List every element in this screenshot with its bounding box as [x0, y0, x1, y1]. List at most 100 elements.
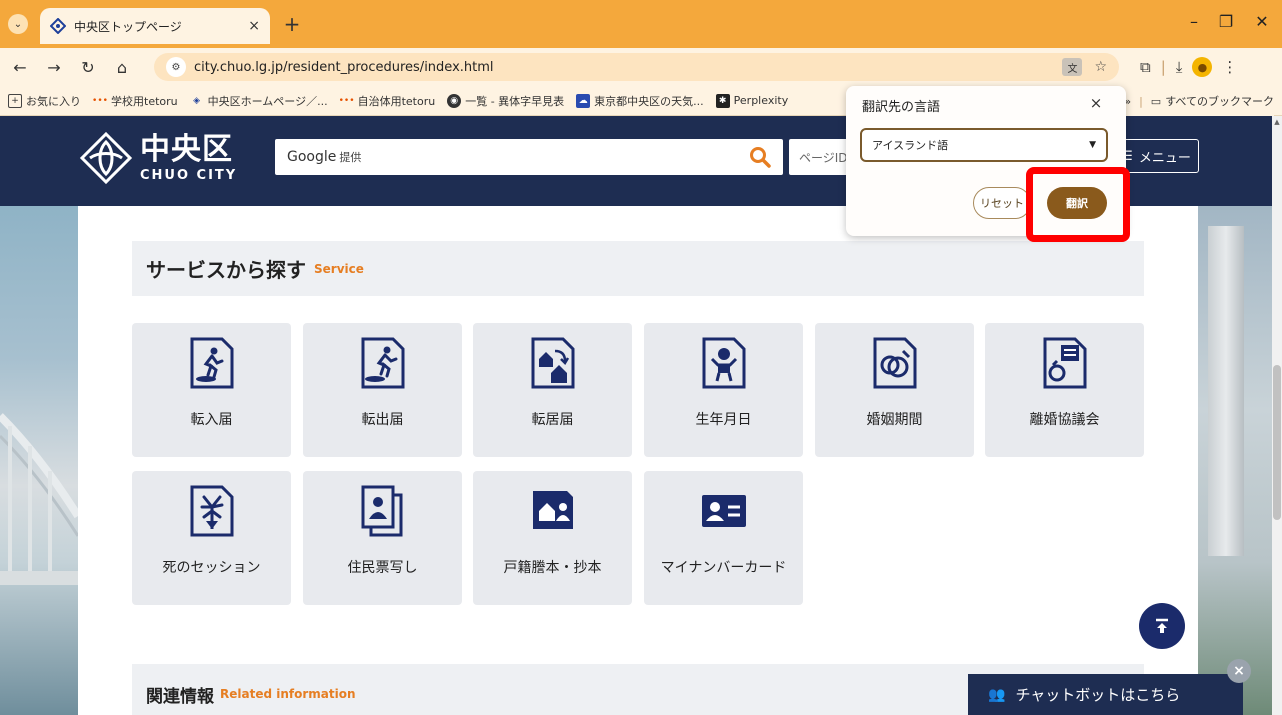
selected-language: アイスランド語	[872, 139, 949, 152]
address-bar[interactable]: ⚙ city.chuo.lg.jp/resident_procedures/in…	[154, 53, 1119, 81]
service-tile-divorce[interactable]: 離婚協議会	[985, 323, 1144, 457]
site-info-icon[interactable]: ⚙	[166, 57, 186, 77]
globe-icon: ◉	[447, 93, 462, 108]
reset-button[interactable]: リセット	[973, 187, 1031, 219]
site-logo[interactable]: 中央区 CHUO CITY	[78, 130, 237, 186]
service-tile-marriage[interactable]: 婚姻期間	[815, 323, 974, 457]
weather-icon: ☁	[576, 93, 591, 108]
bookmark-item[interactable]: ✱ Perplexity	[715, 93, 788, 108]
tab-bar: ⌄ 中央区トップページ × + – ❐ ✕	[0, 0, 1282, 48]
profile-avatar-icon[interactable]: ●	[1192, 57, 1213, 77]
divorce-icon	[1043, 337, 1086, 389]
search-provider: Google	[287, 149, 337, 165]
translate-button-highlight	[1026, 167, 1130, 242]
tab-search-button[interactable]: ⌄	[8, 14, 28, 34]
related-subtitle: Related information	[220, 687, 356, 701]
tetoru-icon: •••	[338, 95, 355, 106]
service-tile-family-register[interactable]: 戸籍謄本・抄本	[473, 471, 632, 605]
search-icon[interactable]	[749, 146, 771, 168]
download-icon[interactable]: ⤓	[1176, 58, 1183, 76]
service-label: 転居届	[531, 412, 574, 428]
close-window-button[interactable]: ✕	[1250, 12, 1274, 31]
back-icon[interactable]: ←	[6, 53, 34, 81]
toolbar-divider: |	[1160, 58, 1166, 76]
restore-button[interactable]: ❐	[1214, 12, 1238, 31]
bookmark-folder-icon: +	[8, 93, 22, 108]
mynumber-card-icon	[701, 495, 746, 527]
section-subtitle: Service	[314, 261, 364, 276]
arrow-up-icon	[1156, 618, 1168, 633]
service-label: 住民票写し	[347, 560, 418, 576]
bookmark-item[interactable]: + お気に入り	[8, 93, 81, 109]
service-tile-moving-out[interactable]: 転出届	[303, 323, 462, 457]
url-text[interactable]: city.chuo.lg.jp/resident_procedures/inde…	[194, 60, 1062, 75]
service-label: 転出届	[361, 412, 404, 428]
service-label: マイナンバーカード	[660, 560, 787, 576]
active-tab[interactable]: 中央区トップページ ×	[40, 8, 270, 44]
service-tile-death[interactable]: 死のセッション	[132, 471, 291, 605]
chatbot-people-icon: 👥	[988, 686, 1006, 703]
translate-popup-close-button[interactable]: ×	[1086, 94, 1106, 114]
reload-icon[interactable]: ↻	[74, 53, 102, 81]
service-tile-moving-in[interactable]: 転入届	[132, 323, 291, 457]
moving-out-icon	[361, 337, 404, 389]
building-illustration	[1208, 226, 1244, 556]
scroll-to-top-button[interactable]	[1139, 603, 1185, 649]
bridge-illustration	[0, 413, 78, 585]
logo-text-en: CHUO CITY	[140, 167, 238, 183]
tab-title: 中央区トップページ	[74, 19, 182, 34]
rings-icon	[873, 337, 916, 389]
bookmark-item[interactable]: ◉ 一覧 - 異体字早見表	[447, 93, 564, 109]
service-label: 死のセッション	[162, 560, 261, 576]
moving-in-icon	[190, 337, 233, 389]
all-bookmarks-button[interactable]: ▭ すべてのブックマーク	[1151, 93, 1274, 109]
forward-icon[interactable]: →	[40, 53, 68, 81]
resident-card-icon	[361, 485, 402, 537]
service-section-header: サービスから探す Service	[132, 241, 1144, 296]
search-provided-label: 提供	[339, 151, 362, 164]
bookmark-star-icon[interactable]: ☆	[1094, 59, 1107, 75]
service-tile-relocation[interactable]: 転居届	[473, 323, 632, 457]
flower-icon	[190, 485, 233, 537]
related-title: 関連情報	[146, 686, 214, 707]
chatbot-close-button[interactable]: ×	[1227, 659, 1251, 683]
folder-icon: ▭	[1150, 94, 1162, 108]
logo-text-jp: 中央区	[140, 131, 233, 167]
service-tile-mynumber[interactable]: マイナンバーカード	[644, 471, 803, 605]
service-tile-resident-record[interactable]: 住民票写し	[303, 471, 462, 605]
scroll-up-arrow-icon[interactable]: ▲	[1273, 118, 1281, 128]
home-icon[interactable]: ⌂	[108, 53, 136, 81]
bookmark-item[interactable]: ••• 自治体用tetoru	[338, 93, 436, 109]
minimize-button[interactable]: –	[1182, 12, 1206, 31]
bookmark-item[interactable]: ☁ 東京都中央区の天気...	[576, 93, 704, 109]
dropdown-caret-icon: ▼	[1089, 140, 1096, 150]
service-tile-birth[interactable]: 生年月日	[644, 323, 803, 457]
translate-popup-title: 翻訳先の言語	[862, 100, 941, 115]
bookmark-item[interactable]: ••• 学校用tetoru	[92, 93, 178, 109]
service-label: 転入届	[190, 412, 233, 428]
relocation-icon	[531, 337, 574, 389]
service-label: 婚姻期間	[866, 412, 923, 428]
chatbot-button[interactable]: 👥 チャットボットはこちら	[968, 674, 1243, 715]
toolbar-right: ⧉ | ⤓ ● ⋮	[1140, 53, 1237, 81]
tab-close-button[interactable]: ×	[248, 18, 260, 34]
site-search-input[interactable]: Google 提供	[275, 139, 783, 175]
service-label: 生年月日	[695, 412, 752, 428]
translate-icon[interactable]: 文	[1062, 58, 1083, 76]
family-register-icon	[532, 491, 573, 529]
bookmarks-right: » | ▭ すべてのブックマーク	[1118, 86, 1274, 116]
chatbot-label: チャットボットはこちら	[1015, 686, 1181, 704]
chuo-icon: ◈	[193, 95, 201, 106]
tetoru-icon: •••	[92, 95, 108, 106]
chuo-logo-icon	[79, 131, 133, 185]
service-label: 離婚協議会	[1029, 412, 1100, 428]
target-language-select[interactable]: アイスランド語 ▼	[860, 128, 1108, 162]
bookmark-item[interactable]: ◈ 中央区ホームページ／...	[190, 93, 327, 109]
perplexity-icon: ✱	[715, 93, 730, 108]
bookmarks-divider: |	[1139, 94, 1143, 108]
section-title: サービスから探す	[146, 258, 306, 282]
extensions-icon[interactable]: ⧉	[1140, 58, 1151, 76]
more-menu-icon[interactable]: ⋮	[1222, 58, 1237, 76]
scrollbar-thumb[interactable]	[1273, 365, 1281, 520]
new-tab-button[interactable]: +	[280, 12, 304, 36]
